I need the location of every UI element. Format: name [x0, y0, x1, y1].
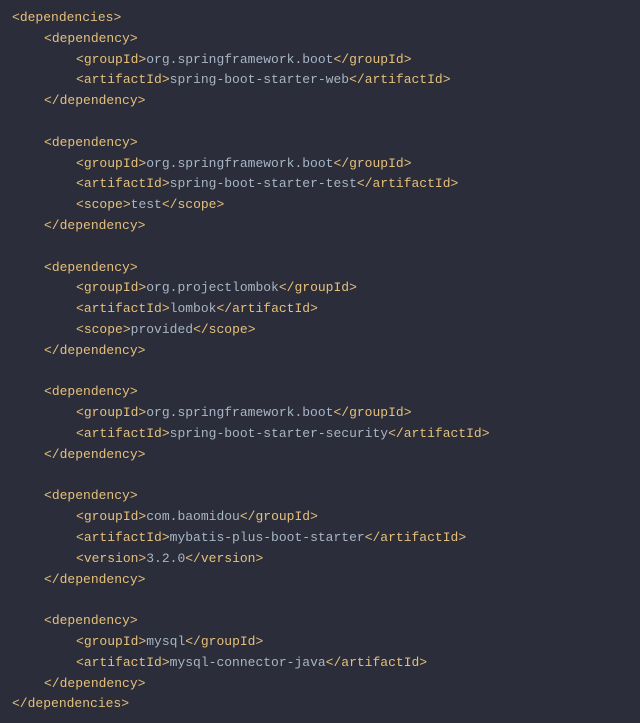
code-block: <dependencies> <dependency> <groupId>org… [12, 8, 628, 715]
scope-line: <scope>provided</scope> [12, 320, 628, 341]
version-line: <version>3.2.0</version> [12, 549, 628, 570]
dependency-close: </dependency> [12, 674, 628, 695]
dependency-close: </dependency> [12, 341, 628, 362]
artifactid-line: <artifactId>lombok</artifactId> [12, 299, 628, 320]
artifactid-line: <artifactId>mysql-connector-java</artifa… [12, 653, 628, 674]
dependency-open: <dependency> [12, 29, 628, 50]
artifactid-line: <artifactId>mybatis-plus-boot-starter</a… [12, 528, 628, 549]
dependency-open: <dependency> [12, 382, 628, 403]
groupid-line: <groupId>org.projectlombok</groupId> [12, 278, 628, 299]
blank-line [12, 466, 628, 487]
dependency-open: <dependency> [12, 133, 628, 154]
dependency-close: </dependency> [12, 91, 628, 112]
dependency-close: </dependency> [12, 445, 628, 466]
dependency-open: <dependency> [12, 486, 628, 507]
dependency-close: </dependency> [12, 570, 628, 591]
artifactid-line: <artifactId>spring-boot-starter-web</art… [12, 70, 628, 91]
groupid-line: <groupId>org.springframework.boot</group… [12, 50, 628, 71]
groupid-line: <groupId>mysql</groupId> [12, 632, 628, 653]
scope-line: <scope>test</scope> [12, 195, 628, 216]
artifactid-line: <artifactId>spring-boot-starter-security… [12, 424, 628, 445]
groupid-line: <groupId>org.springframework.boot</group… [12, 154, 628, 175]
groupid-line: <groupId>com.baomidou</groupId> [12, 507, 628, 528]
groupid-line: <groupId>org.springframework.boot</group… [12, 403, 628, 424]
dependencies-close: </dependencies> [12, 694, 628, 715]
dependency-open: <dependency> [12, 611, 628, 632]
dependencies-open: <dependencies> [12, 8, 628, 29]
blank-line [12, 590, 628, 611]
dependency-open: <dependency> [12, 258, 628, 279]
blank-line [12, 362, 628, 383]
dependency-close: </dependency> [12, 216, 628, 237]
blank-line [12, 237, 628, 258]
blank-line [12, 112, 628, 133]
artifactid-line: <artifactId>spring-boot-starter-test</ar… [12, 174, 628, 195]
